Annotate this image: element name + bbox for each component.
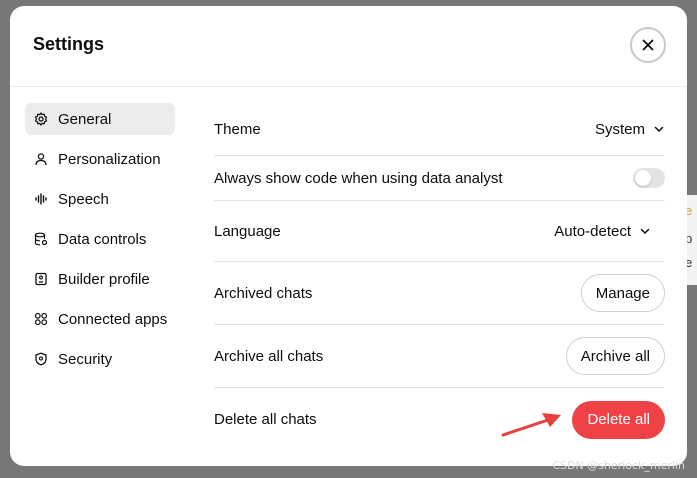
sidebar-item-label: Personalization — [58, 150, 161, 168]
sidebar-item-label: Data controls — [58, 230, 147, 248]
sidebar-item-builder-profile[interactable]: Builder profile — [25, 263, 175, 295]
archive-all-label: Archive all chats — [214, 347, 324, 365]
apps-grid-icon — [34, 312, 48, 326]
sidebar-item-label: Connected apps — [58, 310, 168, 328]
sidebar-item-data-controls[interactable]: Data controls — [25, 223, 175, 255]
sidebar-item-label: General — [58, 110, 112, 128]
general-settings-panel: Theme System Always show code when using… — [214, 103, 665, 451]
language-dropdown[interactable]: Auto-detect — [554, 223, 651, 240]
show-code-label: Always show code when using data analyst — [214, 169, 503, 187]
delete-all-button[interactable]: Delete all — [572, 400, 665, 439]
watermark: CSDN @sherlock_merlin — [552, 459, 685, 472]
show-code-row: Always show code when using data analyst — [214, 156, 665, 201]
settings-sidebar: General Personalization Speech Data cont… — [25, 103, 175, 383]
shield-icon — [34, 352, 48, 366]
toggle-knob — [635, 170, 651, 186]
person-icon — [34, 152, 48, 166]
theme-row: Theme System — [214, 103, 665, 156]
sidebar-item-label: Speech — [58, 190, 109, 208]
database-icon — [34, 232, 48, 246]
chevron-down-icon — [653, 123, 665, 135]
manage-archived-button[interactable]: Manage — [580, 274, 665, 312]
sidebar-item-label: Security — [58, 350, 113, 368]
sidebar-item-label: Builder profile — [58, 270, 150, 288]
archived-chats-row: Archived chats Manage — [214, 262, 665, 325]
theme-value: System — [594, 120, 645, 138]
theme-label: Theme — [214, 120, 261, 138]
archive-all-row: Archive all chats Archive all — [214, 325, 665, 388]
language-value: Auto-detect — [554, 222, 631, 240]
dialog-title: Settings — [33, 34, 105, 54]
show-code-toggle[interactable] — [633, 168, 665, 188]
delete-all-row: Delete all chats Delete all — [214, 388, 665, 451]
sidebar-item-speech[interactable]: Speech — [25, 183, 175, 215]
settings-dialog: Settings General Personalization Speech — [10, 6, 687, 466]
archived-chats-label: Archived chats — [214, 284, 313, 302]
close-button[interactable] — [630, 27, 666, 63]
chevron-down-icon — [639, 225, 651, 237]
dialog-header: Settings — [10, 6, 687, 87]
waveform-icon — [34, 192, 48, 206]
gear-icon — [34, 112, 48, 126]
delete-all-label: Delete all chats — [214, 411, 317, 428]
sidebar-item-general[interactable]: General — [25, 103, 175, 135]
theme-dropdown[interactable]: System — [595, 121, 665, 138]
language-row: Language Auto-detect — [214, 201, 665, 262]
annotation-arrow — [501, 413, 561, 437]
sidebar-item-connected-apps[interactable]: Connected apps — [25, 303, 175, 335]
id-card-icon — [34, 272, 48, 286]
sidebar-item-personalization[interactable]: Personalization — [25, 143, 175, 175]
language-label: Language — [214, 222, 281, 240]
sidebar-item-security[interactable]: Security — [25, 343, 175, 375]
close-icon — [642, 39, 654, 51]
archive-all-button[interactable]: Archive all — [565, 337, 665, 375]
